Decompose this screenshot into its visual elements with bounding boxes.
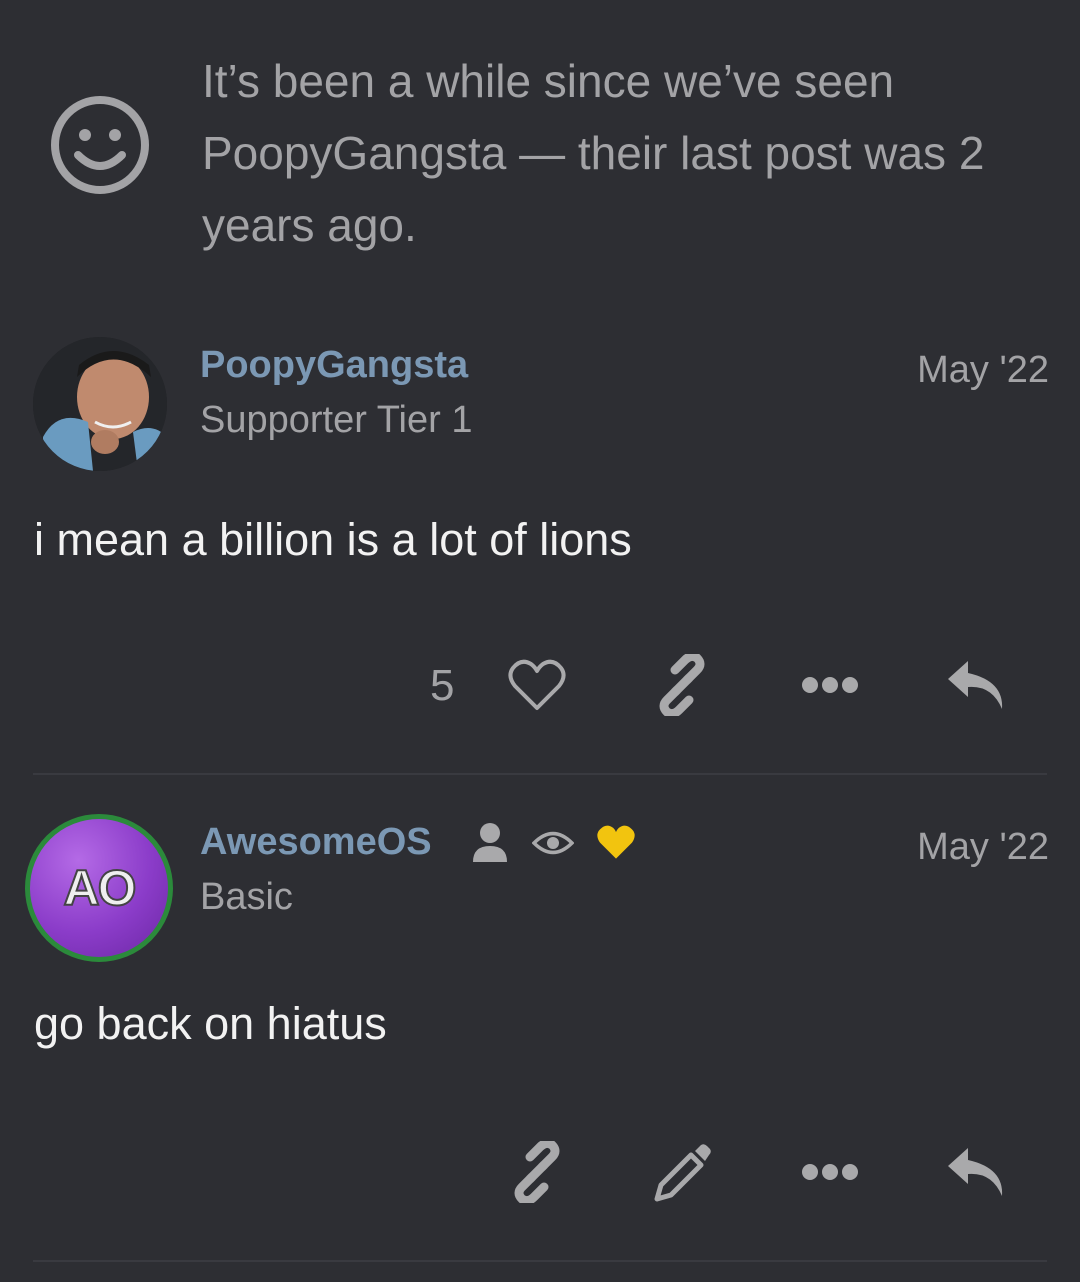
notice-text: It’s been a while since we’ve seen Poopy… (202, 55, 985, 251)
link-icon (659, 654, 705, 716)
edit-icon (654, 1144, 711, 1202)
reply-icon (948, 661, 1003, 709)
post-body: i mean a billion is a lot of lions (34, 514, 632, 565)
more-button[interactable] (798, 1142, 862, 1202)
copy-link-button[interactable] (505, 1141, 569, 1203)
avatar[interactable] (33, 337, 167, 471)
reply-icon (948, 1148, 1003, 1196)
copy-link-button[interactable] (650, 654, 714, 716)
link-icon (514, 1141, 560, 1203)
post-actions: 5 (0, 654, 1080, 716)
more-button[interactable] (798, 655, 862, 715)
like-count[interactable]: 5 (430, 658, 454, 714)
post-divider (33, 1260, 1047, 1262)
person-icon[interactable] (470, 822, 510, 864)
avatar[interactable]: AO (25, 814, 173, 962)
like-button[interactable] (505, 655, 569, 715)
more-icon (802, 1164, 858, 1180)
post-actions (0, 1141, 1080, 1203)
more-icon (802, 677, 858, 693)
username[interactable]: PoopyGangsta (200, 340, 468, 390)
eye-icon[interactable] (532, 828, 574, 858)
user-title: Supporter Tier 1 (200, 399, 473, 441)
post-body: go back on hiatus (34, 998, 387, 1049)
post-date[interactable]: May '22 (917, 822, 1049, 872)
post: AO AwesomeOS Basic May '22 go back on hi… (0, 812, 1080, 1262)
user-title: Basic (200, 876, 293, 918)
post-divider (33, 773, 1047, 775)
topic-page: It’s been a while since we’ve seen Poopy… (0, 0, 1080, 1282)
edit-button[interactable] (650, 1142, 714, 1202)
avatar-letters: AO (63, 859, 138, 917)
username[interactable]: AwesomeOS (200, 817, 432, 867)
reply-button[interactable] (945, 655, 1009, 715)
heart-icon (508, 659, 566, 710)
reply-button[interactable] (945, 1142, 1009, 1202)
smile-icon (51, 96, 149, 194)
post: PoopyGangsta Supporter Tier 1 May '22 i … (0, 335, 1080, 775)
heart-badge-icon[interactable] (596, 824, 636, 860)
post-date[interactable]: May '22 (917, 345, 1049, 395)
inactive-user-notice: It’s been a while since we’ve seen Poopy… (0, 0, 1080, 300)
avatar-photo (33, 337, 167, 471)
